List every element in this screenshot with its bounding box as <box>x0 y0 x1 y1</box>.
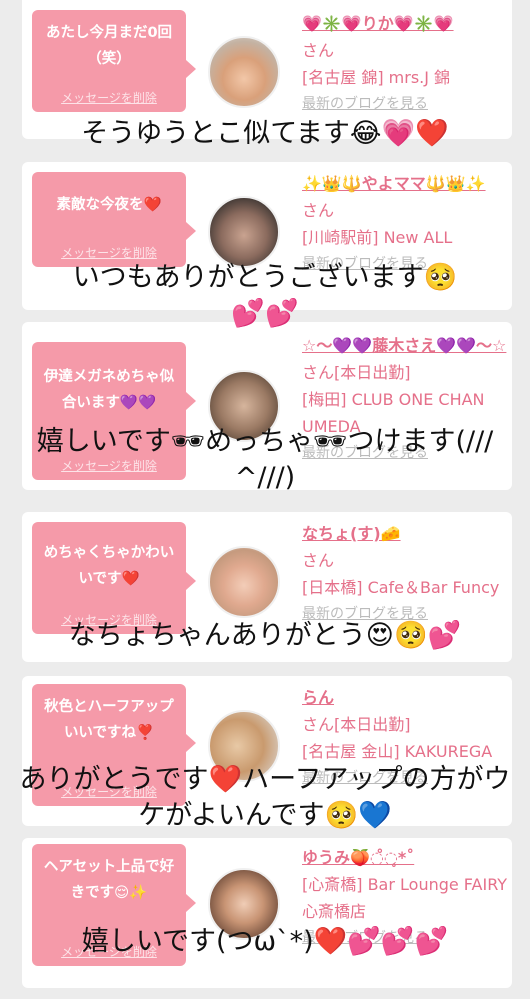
reply-caption: なちょちゃんありがとう😍🥺💕 <box>68 620 462 651</box>
san-label: さん <box>302 41 335 60</box>
avatar[interactable] <box>208 546 280 618</box>
cast-info: なちょ(す)🧀 さん [日本橋] Cafe＆Bar Funcy 最新のブログを見… <box>302 520 510 628</box>
message-text: 伊達メガネめちゃ似合います💜💜 <box>43 369 175 411</box>
delete-message-link[interactable]: メッセージを削除 <box>32 244 186 261</box>
cast-name[interactable]: ☆〜💜💜藤木さえ💜💜〜☆ <box>302 332 510 359</box>
message-text: 素敵な今夜を❤️ <box>56 197 162 213</box>
message-text: あたし今月まだ0回（笑） <box>45 25 173 67</box>
message-text: めちゃくちゃかわいいです❤️ <box>43 545 175 587</box>
cast-info: 💗✳️💗りか💗✳️💗 さん [名古屋 錦] mrs.J 錦 最新のブログを見る <box>302 10 510 118</box>
shop-location: [名古屋 金山] KAKUREGA <box>302 742 493 761</box>
message-card: ヘアセット上品で好きです😌✨ メッセージを削除 ゆうみ🍑◌̊◌̥*˚ [心斎橋]… <box>22 838 512 988</box>
cast-name[interactable]: ✨👑🔱やよママ🔱👑✨ <box>302 170 510 197</box>
cast-name[interactable]: なちょ(す)🧀 <box>302 520 510 547</box>
cast-name[interactable]: 💗✳️💗りか💗✳️💗 <box>302 14 454 33</box>
shop-location: [名古屋 錦] mrs.J 錦 <box>302 68 451 87</box>
san-label: さん <box>302 201 335 220</box>
avatar[interactable] <box>208 36 280 108</box>
message-text: 秋色とハーフアップいいですね❣️ <box>44 699 174 741</box>
reply-caption: 嬉しいです(つω`*)❤️💕💕💕 <box>81 926 449 957</box>
cast-name[interactable]: ゆうみ🍑◌̊◌̥*˚ <box>302 848 414 867</box>
message-text: ヘアセット上品で好きです😌✨ <box>43 859 175 901</box>
avatar[interactable] <box>208 196 280 268</box>
reply-caption: ありがとうです❤️ハーフアップの方がウケがよいんです🥺💙 <box>19 764 511 831</box>
san-label: さん[本日出勤] <box>302 363 411 382</box>
latest-blog-link[interactable]: 最新のブログを見る <box>302 91 510 118</box>
shop-location: [心斎橋] Bar Lounge FAIRY 心斎橋店 <box>302 875 508 921</box>
delete-message-link[interactable]: メッセージを削除 <box>32 89 186 106</box>
reply-caption: そうゆうとこ似てます😂💗❤️ <box>81 118 449 149</box>
shop-location: [日本橋] Cafe＆Bar Funcy <box>302 578 500 597</box>
cast-name[interactable]: らん <box>302 688 334 707</box>
reply-caption: いつもありがとうございます🥺 💕💕 <box>72 262 458 329</box>
reply-caption: 嬉しいです🕶めっちゃ🕶つけます(/// ^///) <box>36 426 494 493</box>
message-bubble: あたし今月まだ0回（笑） メッセージを削除 <box>32 10 196 112</box>
shop-location: [川崎駅前] New ALL <box>302 228 453 247</box>
san-label: さん[本日出勤] <box>302 715 411 734</box>
message-bubble: 素敵な今夜を❤️ メッセージを削除 <box>32 172 196 267</box>
san-label: さん <box>302 551 335 570</box>
